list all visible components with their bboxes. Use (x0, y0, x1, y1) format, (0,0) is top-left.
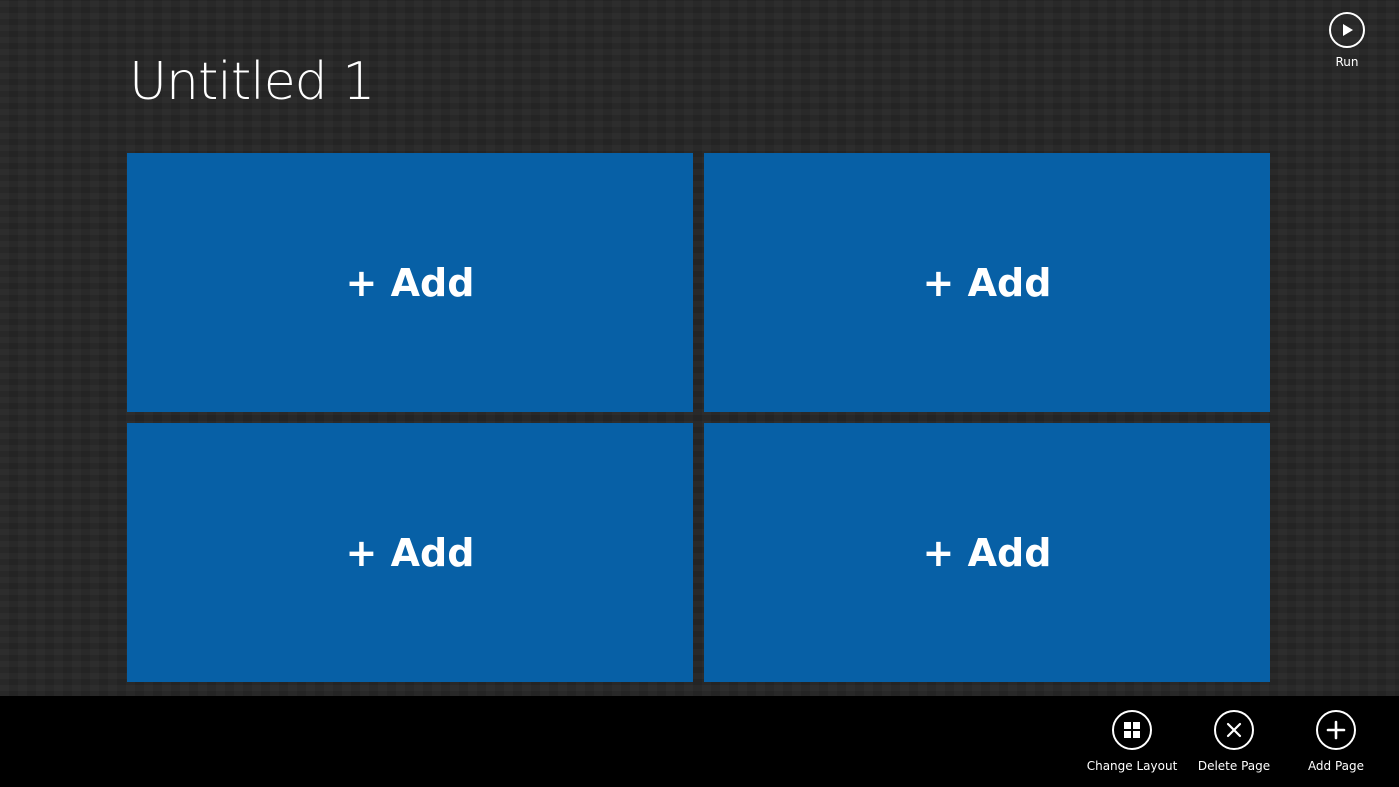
add-tile-label: + Add (922, 260, 1052, 305)
add-page-button[interactable]: Add Page (1302, 710, 1370, 773)
page-layout-grid: + Add + Add + Add + Add (127, 153, 1270, 682)
run-button[interactable]: Run (1318, 12, 1376, 69)
change-layout-label: Change Layout (1086, 759, 1178, 773)
add-tile-label: + Add (922, 530, 1052, 575)
change-layout-button[interactable]: Change Layout (1087, 710, 1177, 773)
add-tile-4[interactable]: + Add (704, 423, 1270, 682)
close-icon (1214, 710, 1254, 750)
plus-icon (1316, 710, 1356, 750)
add-tile-2[interactable]: + Add (704, 153, 1270, 412)
play-icon (1329, 12, 1365, 48)
delete-page-label: Delete Page (1197, 759, 1271, 773)
run-label: Run (1335, 55, 1359, 69)
page-title: Untitled 1 (129, 52, 375, 112)
grid-layout-icon (1112, 710, 1152, 750)
add-tile-label: + Add (345, 260, 475, 305)
add-tile-label: + Add (345, 530, 475, 575)
add-page-label: Add Page (1307, 759, 1365, 773)
app-bar: Change Layout Delete Page Add Page (0, 696, 1399, 787)
add-tile-3[interactable]: + Add (127, 423, 693, 682)
add-tile-1[interactable]: + Add (127, 153, 693, 412)
delete-page-button[interactable]: Delete Page (1196, 710, 1272, 773)
app-canvas: Untitled 1 Run + Add + Add + Add + Add C… (0, 0, 1399, 787)
